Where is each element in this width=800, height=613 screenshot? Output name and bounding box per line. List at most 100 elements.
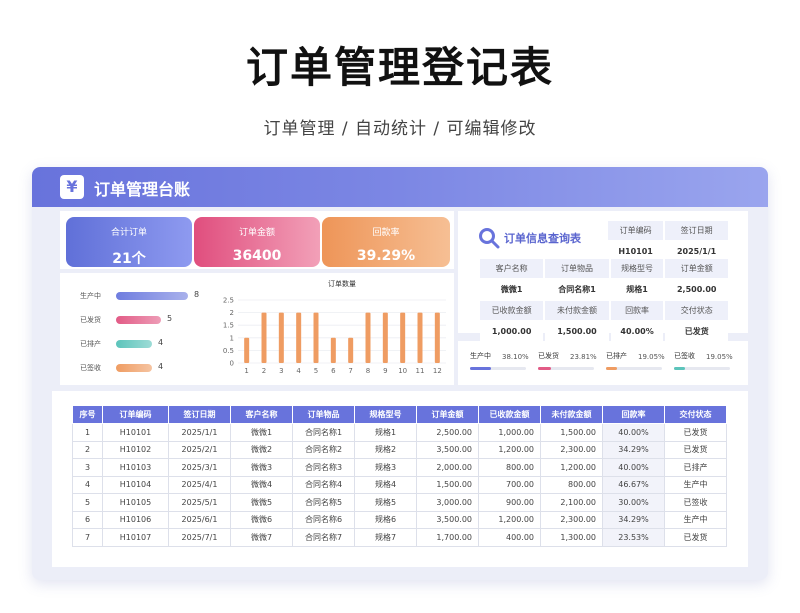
query-field-label: 订单物品	[545, 259, 609, 278]
table-cell: 2025/1/1	[168, 423, 231, 442]
progress-fill	[470, 367, 492, 370]
page-title: 订单管理登记表	[245, 43, 554, 92]
table-cell: 1	[72, 423, 103, 442]
table-cell: 规格3	[354, 458, 417, 477]
table-cell: 已排产	[664, 458, 727, 477]
table-cell: 3,500.00	[416, 510, 479, 529]
status-progress-item: 生产中 38.10%	[470, 351, 534, 375]
status-bar	[116, 316, 161, 324]
table-cell: 规格5	[354, 493, 417, 512]
chart-x-tick-label: 7	[348, 367, 352, 375]
chart-y-tick-label: 1.5	[223, 322, 234, 330]
column-header: 订单金额	[416, 405, 479, 424]
column-header: 回款率	[602, 405, 665, 424]
table-row: 5 H10105 2025/5/1 微微5 合同名称5 规格5 3,000.00 900.00…	[72, 493, 727, 512]
table-cell: 合同名称6	[292, 510, 355, 529]
table-row: 1 H10101 2025/1/1 微微1 合同名称1 规格1 2,500.00 1,000.…	[72, 423, 727, 442]
kpi-panel: 合计订单 21个 订单金额 36400 回款率 39.29%	[60, 211, 454, 269]
table-cell: 微微1	[230, 423, 293, 442]
chart-x-tick-label: 3	[279, 367, 283, 375]
chart-x-tick-label: 4	[296, 367, 301, 375]
query-row: 已收款金额 未付款金额 回款率 交付状态	[480, 301, 728, 320]
progress-percent: 19.05%	[638, 353, 665, 361]
status-progress-item: 已签收 19.05%	[674, 351, 738, 375]
table-cell: 规格1	[354, 423, 417, 442]
chart-bar	[330, 337, 336, 363]
kpi-label: 回款率	[372, 228, 400, 238]
search-icon	[479, 228, 500, 249]
progress-label: 已排产	[606, 352, 627, 360]
query-field-label: 规格型号	[610, 259, 664, 278]
chart-y-tick-label: 2	[230, 309, 234, 317]
table-cell: 46.67%	[602, 475, 665, 494]
chart-x-tick-label: 6	[331, 367, 336, 375]
progress-fill	[538, 367, 552, 370]
query-field-label: 已收款金额	[480, 301, 544, 320]
column-header: 交付状态	[664, 405, 727, 424]
chart-bar	[296, 312, 302, 363]
status-bar-label: 已签收	[80, 364, 101, 372]
table-cell: 40.00%	[602, 423, 665, 442]
column-header: 未付款金额	[540, 405, 603, 424]
query-row: 微微1 合同名称1 规格1 2,500.00	[480, 280, 728, 299]
table-cell: 800.00	[478, 458, 541, 477]
query-field-value: 合同名称1	[545, 280, 609, 299]
table-cell: 微微3	[230, 458, 293, 477]
table-cell: 2025/2/1	[168, 440, 231, 459]
table-cell: 2	[72, 440, 103, 459]
query-field-label: 签订日期	[665, 221, 728, 240]
query-field-value: 1,500.00	[545, 322, 609, 341]
table-cell: 3,000.00	[416, 493, 479, 512]
table-cell: 2,300.00	[540, 440, 603, 459]
table-cell: 2,100.00	[540, 493, 603, 512]
query-row: 订单编码 签订日期	[608, 221, 728, 240]
yen-icon: ¥	[60, 175, 84, 199]
ledger-card: ¥ 订单管理台账 合计订单 21个 订单金额 36400 回款率 39.29% …	[32, 167, 768, 580]
table-cell: 1,200.00	[478, 440, 541, 459]
table-cell: 规格6	[354, 510, 417, 529]
table-cell: 合同名称7	[292, 528, 355, 547]
status-bar-label: 已排产	[80, 340, 101, 348]
chart-y-tick-label: 0.5	[223, 347, 234, 355]
table-cell: 3	[72, 458, 103, 477]
table-cell: H10104	[102, 475, 169, 494]
column-header: 规格型号	[354, 405, 417, 424]
status-bar-label: 生产中	[80, 292, 101, 300]
progress-track	[538, 367, 594, 370]
table-cell: 1,200.00	[540, 458, 603, 477]
table-cell: 规格2	[354, 440, 417, 459]
table-cell: 1,000.00	[478, 423, 541, 442]
table-cell: 1,500.00	[540, 423, 603, 442]
table-cell: 3,500.00	[416, 440, 479, 459]
kpi-value: 39.29%	[356, 248, 416, 264]
status-bar-row: 已排产 4	[80, 338, 210, 349]
table-cell: 规格4	[354, 475, 417, 494]
table-cell: 微微4	[230, 475, 293, 494]
table-cell: 7	[72, 528, 103, 547]
table-cell: 2,500.00	[416, 423, 479, 442]
chart-bar	[313, 312, 319, 363]
table-cell: 2025/4/1	[168, 475, 231, 494]
chart-y-tick-label: 1	[230, 334, 234, 342]
table-cell: 1,700.00	[416, 528, 479, 547]
kpi-value: 21个	[112, 251, 146, 267]
status-bar-row: 已签收 4	[80, 362, 210, 373]
table-cell: 900.00	[478, 493, 541, 512]
table-cell: 已发货	[664, 528, 727, 547]
table-cell: 合同名称1	[292, 423, 355, 442]
progress-track	[674, 367, 730, 370]
table-cell: 合同名称3	[292, 458, 355, 477]
query-row: 1,000.00 1,500.00 40.00% 已发货	[480, 322, 728, 341]
progress-fill	[606, 367, 617, 370]
chart-x-tick-label: 10	[398, 367, 407, 375]
query-field-value: 2,500.00	[665, 280, 728, 299]
table-cell: 1,300.00	[540, 528, 603, 547]
table-cell: 微微5	[230, 493, 293, 512]
table-cell: H10105	[102, 493, 169, 512]
query-field-label: 交付状态	[665, 301, 728, 320]
progress-track	[470, 367, 526, 370]
query-field-value: 规格1	[610, 280, 664, 299]
query-panel: 订单信息查询表 订单编码 签订日期 H10101 2025/1/1 客户名称 订单物品规…	[458, 211, 748, 341]
chart-bar	[348, 337, 354, 363]
chart-bar	[278, 312, 284, 363]
